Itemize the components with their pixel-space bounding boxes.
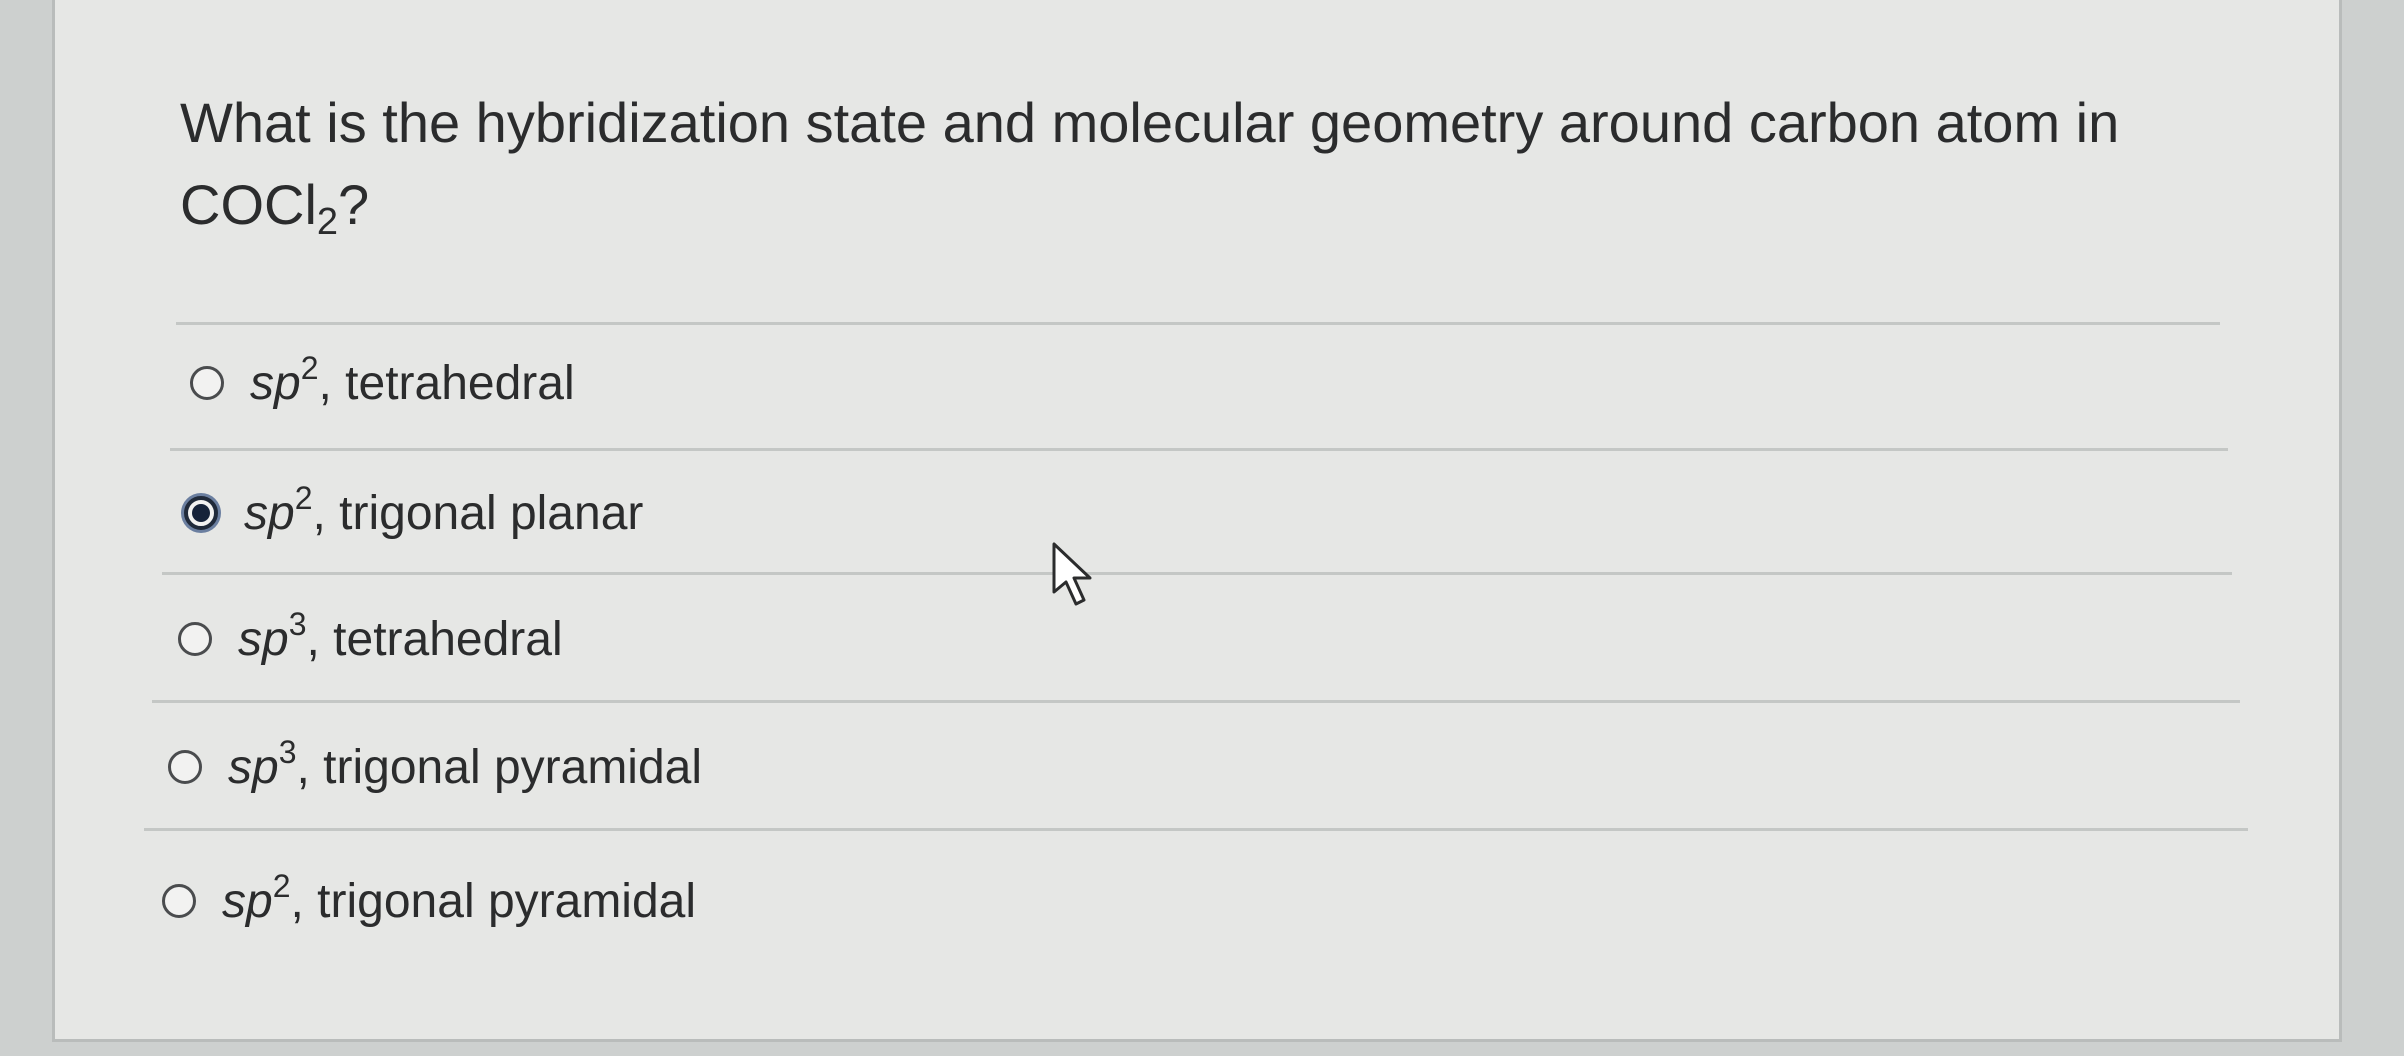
radio-button[interactable] [178, 622, 212, 656]
option-sp2-trigonal-pyramidal[interactable]: sp2, trigonal pyramidal [162, 866, 696, 936]
option-sp3-trigonal-pyramidal[interactable]: sp3, trigonal pyramidal [168, 732, 702, 802]
divider [176, 322, 2220, 325]
arrow-pointer-icon [1052, 542, 1092, 606]
divider [152, 700, 2240, 703]
radio-button[interactable] [168, 750, 202, 784]
radio-button-selected[interactable] [184, 496, 218, 530]
divider [162, 572, 2232, 575]
radio-button[interactable] [190, 366, 224, 400]
question-formula: COCl2? [180, 173, 370, 243]
divider [170, 448, 2228, 451]
option-label: sp2, trigonal planar [244, 479, 644, 540]
option-label: sp3, trigonal pyramidal [228, 733, 703, 794]
radio-button[interactable] [162, 884, 196, 918]
question-prompt: What is the hybridization state and mole… [180, 91, 2120, 154]
option-label: sp2, tetrahedral [250, 349, 575, 410]
option-label: sp2, trigonal pyramidal [222, 867, 697, 928]
option-sp2-tetrahedral[interactable]: sp2, tetrahedral [190, 348, 575, 418]
option-sp3-tetrahedral[interactable]: sp3, tetrahedral [178, 604, 563, 674]
divider [144, 828, 2248, 831]
option-label: sp3, tetrahedral [238, 605, 563, 666]
question-text: What is the hybridization state and mole… [180, 82, 2240, 246]
option-sp2-trigonal-planar[interactable]: sp2, trigonal planar [184, 478, 643, 548]
